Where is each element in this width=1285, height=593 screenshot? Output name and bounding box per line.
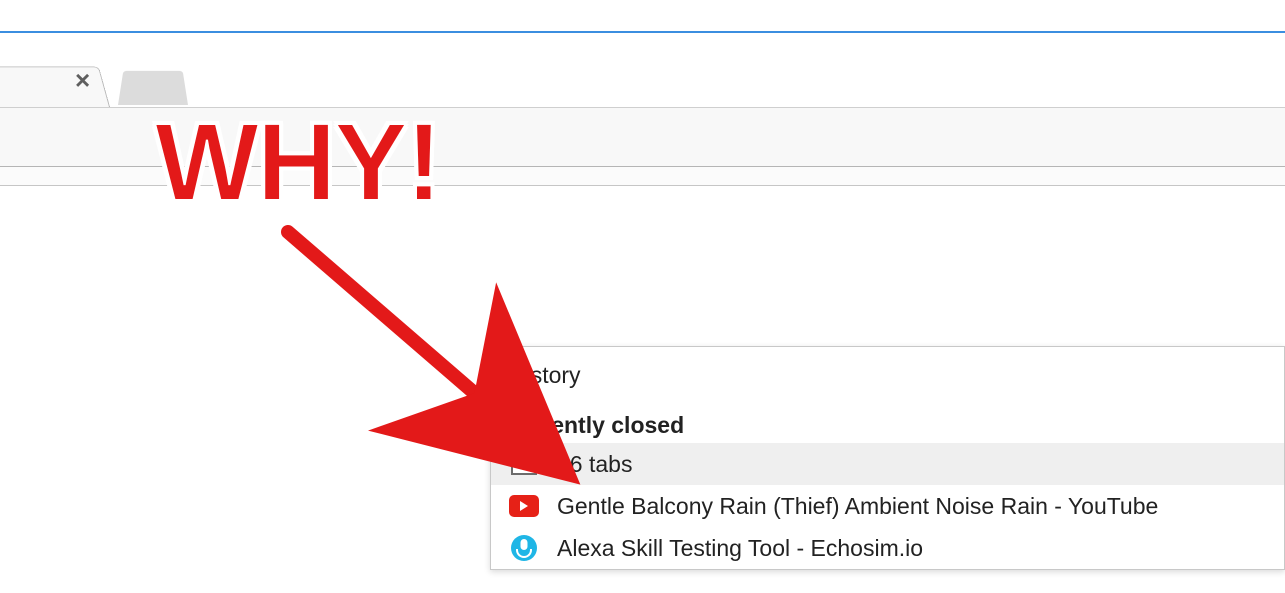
echosim-icon: [509, 535, 539, 561]
annotation-why: WHY!: [155, 108, 440, 218]
menu-section-label: Recently closed: [509, 412, 1270, 439]
window-top-border: [0, 31, 1285, 33]
menu-item-closed-window[interactable]: 36 tabs: [491, 443, 1284, 485]
youtube-icon: [509, 493, 539, 519]
menu-item-closed-tab-echosim[interactable]: Alexa Skill Testing Tool - Echosim.io: [491, 527, 1284, 569]
menu-item-closed-tab-youtube[interactable]: Gentle Balcony Rain (Thief) Ambient Nois…: [491, 485, 1284, 527]
menu-item-label: Gentle Balcony Rain (Thief) Ambient Nois…: [557, 493, 1270, 520]
window-icon: [509, 451, 539, 477]
menu-item-label: History: [509, 362, 1270, 389]
menu-item-label: Alexa Skill Testing Tool - Echosim.io: [557, 535, 1270, 562]
menu-section-recently-closed: Recently closed: [491, 403, 1284, 443]
active-tab[interactable]: [0, 67, 110, 107]
new-tab-button[interactable]: [118, 71, 188, 105]
history-dropdown-menu: History Recently closed 36 tabs Gentle B…: [490, 346, 1285, 570]
menu-item-history[interactable]: History: [491, 347, 1284, 403]
close-tab-icon[interactable]: ×: [75, 67, 90, 93]
menu-item-label: 36 tabs: [557, 451, 1270, 478]
